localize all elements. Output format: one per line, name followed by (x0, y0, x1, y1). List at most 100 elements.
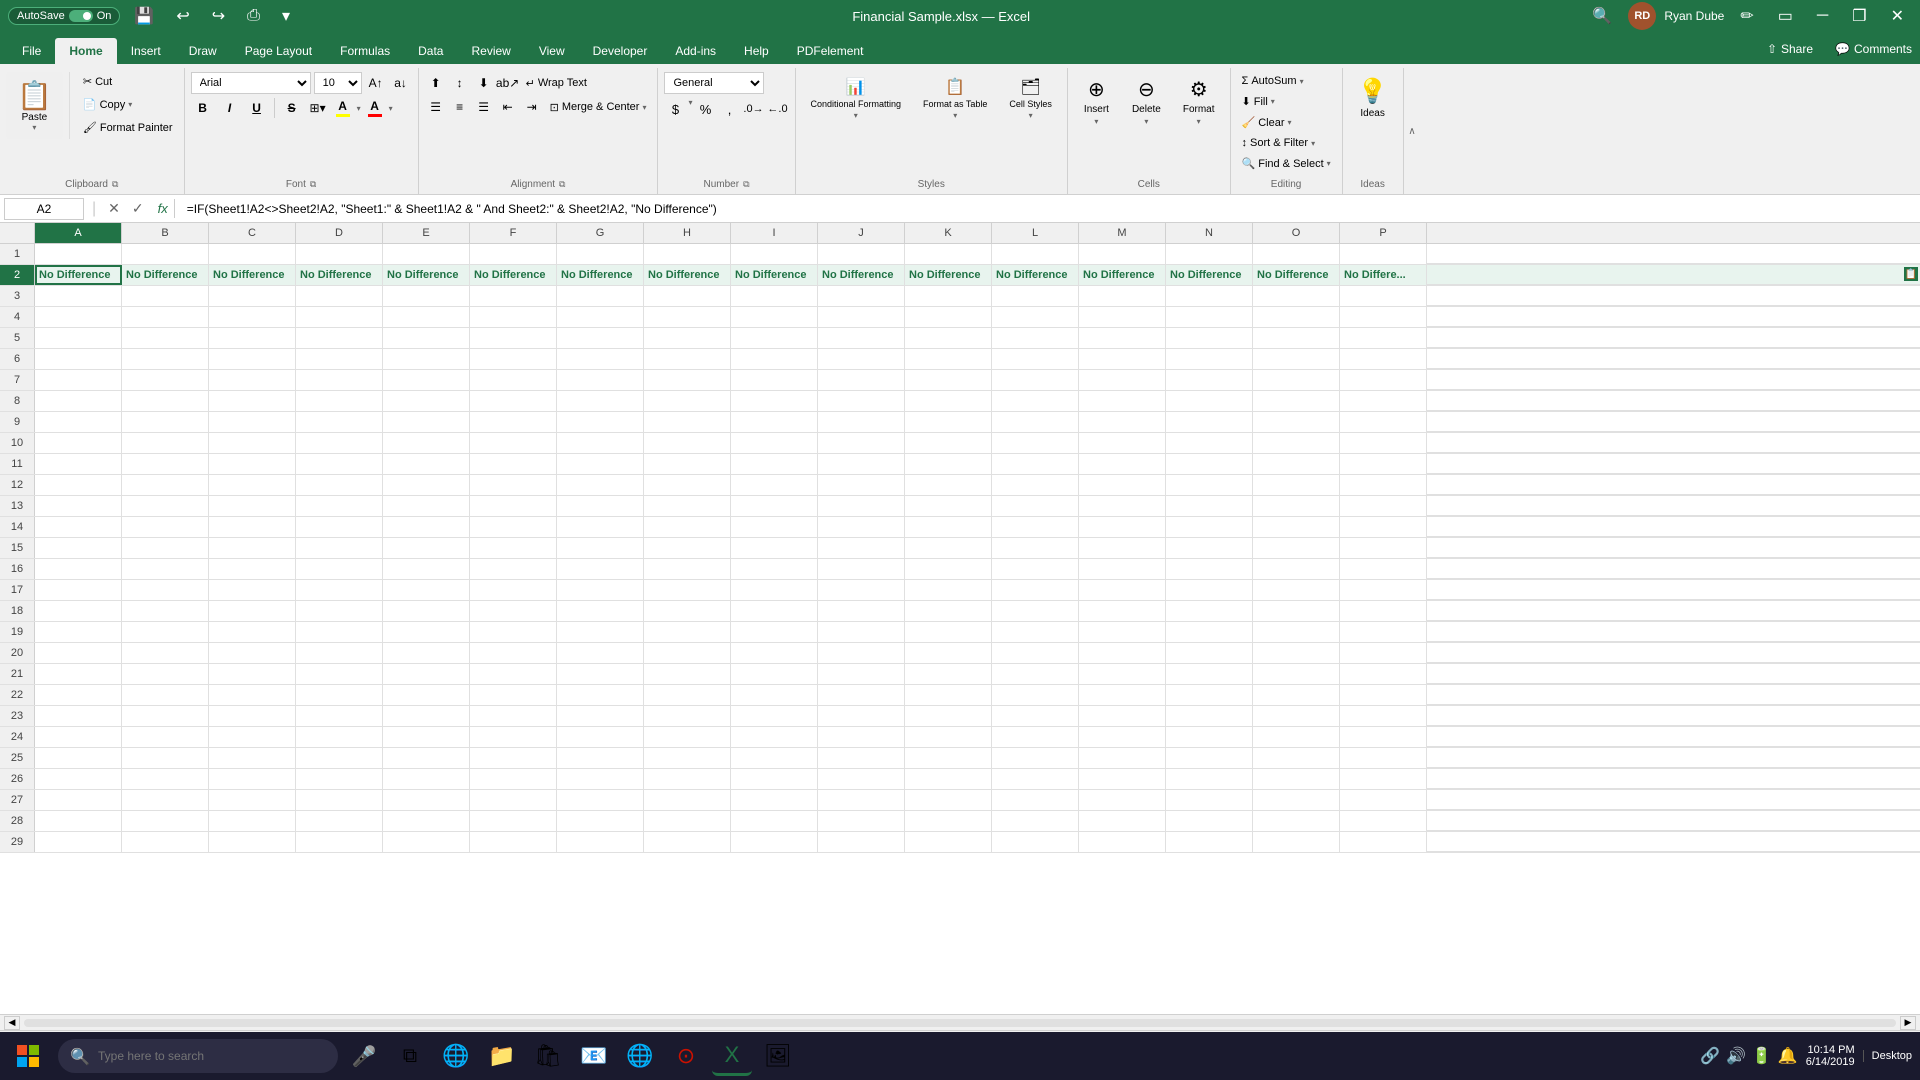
cell-F2[interactable]: No Difference (470, 265, 557, 285)
cell-B17[interactable] (122, 580, 209, 600)
cell-B25[interactable] (122, 748, 209, 768)
paste-options-icon[interactable]: 📋 (1904, 267, 1918, 281)
cell-D15[interactable] (296, 538, 383, 558)
tab-home[interactable]: Home (55, 38, 116, 64)
cell-F6[interactable] (470, 349, 557, 369)
cell-D19[interactable] (296, 622, 383, 642)
col-header-F[interactable]: F (470, 223, 557, 243)
explorer-btn[interactable]: 📁 (482, 1036, 522, 1076)
row-num-19[interactable]: 19 (0, 622, 35, 642)
cell-O21[interactable] (1253, 664, 1340, 684)
cell-D4[interactable] (296, 307, 383, 327)
undo-btn[interactable]: ↩ (168, 2, 197, 30)
cell-N6[interactable] (1166, 349, 1253, 369)
cell-I15[interactable] (731, 538, 818, 558)
cell-N4[interactable] (1166, 307, 1253, 327)
cell-P4[interactable] (1340, 307, 1427, 327)
sort-filter-btn[interactable]: ↕ Sort & Filter ▾ (1237, 134, 1321, 152)
strikethrough-button[interactable]: S (280, 97, 304, 119)
cell-K7[interactable] (905, 370, 992, 390)
cell-F28[interactable] (470, 811, 557, 831)
row-num-25[interactable]: 25 (0, 748, 35, 768)
cell-E1[interactable] (383, 244, 470, 264)
cell-F23[interactable] (470, 706, 557, 726)
opera-btn[interactable]: ⊙ (666, 1036, 706, 1076)
notification-icon[interactable]: 🔔 (1778, 1046, 1798, 1066)
cell-P24[interactable] (1340, 727, 1427, 747)
cell-B14[interactable] (122, 517, 209, 537)
cell-G2[interactable]: No Difference (557, 265, 644, 285)
cell-L4[interactable] (992, 307, 1079, 327)
cell-C8[interactable] (209, 391, 296, 411)
cell-M10[interactable] (1079, 433, 1166, 453)
cell-B11[interactable] (122, 454, 209, 474)
cell-A22[interactable] (35, 685, 122, 705)
cell-M29[interactable] (1079, 832, 1166, 852)
cell-B24[interactable] (122, 727, 209, 747)
cell-C29[interactable] (209, 832, 296, 852)
col-header-H[interactable]: H (644, 223, 731, 243)
cell-P15[interactable] (1340, 538, 1427, 558)
col-header-G[interactable]: G (557, 223, 644, 243)
cell-K27[interactable] (905, 790, 992, 810)
cell-P14[interactable] (1340, 517, 1427, 537)
cell-P26[interactable] (1340, 769, 1427, 789)
cell-J13[interactable] (818, 496, 905, 516)
cell-D26[interactable] (296, 769, 383, 789)
cell-G28[interactable] (557, 811, 644, 831)
cell-I11[interactable] (731, 454, 818, 474)
cell-D23[interactable] (296, 706, 383, 726)
cell-A18[interactable] (35, 601, 122, 621)
cell-I20[interactable] (731, 643, 818, 663)
cell-F7[interactable] (470, 370, 557, 390)
autosave-knob[interactable] (69, 10, 93, 22)
cell-J3[interactable] (818, 286, 905, 306)
row-num-8[interactable]: 8 (0, 391, 35, 411)
cell-M9[interactable] (1079, 412, 1166, 432)
col-header-N[interactable]: N (1166, 223, 1253, 243)
cell-E3[interactable] (383, 286, 470, 306)
font-name-select[interactable]: Arial (191, 72, 311, 94)
fill-btn[interactable]: ⬇ Fill ▾ (1237, 92, 1280, 111)
cell-D20[interactable] (296, 643, 383, 663)
cell-D8[interactable] (296, 391, 383, 411)
find-select-btn[interactable]: 🔍 Find & Select ▾ (1237, 154, 1336, 173)
cell-O24[interactable] (1253, 727, 1340, 747)
cell-K14[interactable] (905, 517, 992, 537)
cell-C17[interactable] (209, 580, 296, 600)
cell-D14[interactable] (296, 517, 383, 537)
cell-N18[interactable] (1166, 601, 1253, 621)
row-num-20[interactable]: 20 (0, 643, 35, 663)
cell-E25[interactable] (383, 748, 470, 768)
cell-O7[interactable] (1253, 370, 1340, 390)
cell-M16[interactable] (1079, 559, 1166, 579)
cell-P22[interactable] (1340, 685, 1427, 705)
row-num-5[interactable]: 5 (0, 328, 35, 348)
cell-O11[interactable] (1253, 454, 1340, 474)
cell-N20[interactable] (1166, 643, 1253, 663)
cell-E4[interactable] (383, 307, 470, 327)
cell-F8[interactable] (470, 391, 557, 411)
cell-J12[interactable] (818, 475, 905, 495)
tab-addins[interactable]: Add-ins (661, 38, 730, 64)
cell-G21[interactable] (557, 664, 644, 684)
cell-B8[interactable] (122, 391, 209, 411)
cell-N29[interactable] (1166, 832, 1253, 852)
cell-L19[interactable] (992, 622, 1079, 642)
cell-I26[interactable] (731, 769, 818, 789)
cell-H22[interactable] (644, 685, 731, 705)
cell-L6[interactable] (992, 349, 1079, 369)
cell-F5[interactable] (470, 328, 557, 348)
cell-O9[interactable] (1253, 412, 1340, 432)
cell-D13[interactable] (296, 496, 383, 516)
decrease-decimal-btn[interactable]: ←.0 (767, 98, 789, 120)
col-header-I[interactable]: I (731, 223, 818, 243)
cell-O12[interactable] (1253, 475, 1340, 495)
cell-I27[interactable] (731, 790, 818, 810)
cell-E27[interactable] (383, 790, 470, 810)
cell-N9[interactable] (1166, 412, 1253, 432)
cell-A23[interactable] (35, 706, 122, 726)
col-header-A[interactable]: A (35, 223, 122, 243)
comma-btn[interactable]: , (719, 98, 741, 120)
cell-J8[interactable] (818, 391, 905, 411)
